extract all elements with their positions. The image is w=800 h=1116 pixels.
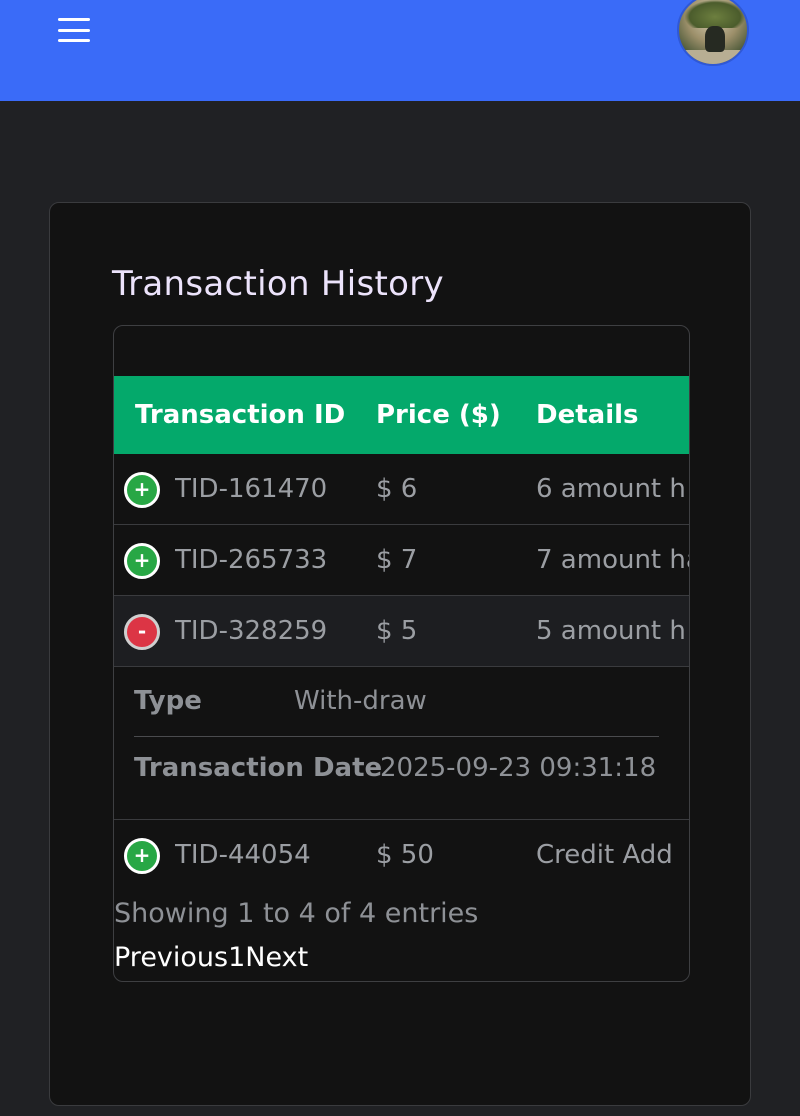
transaction-id-cell: TID-328259 — [175, 616, 328, 646]
avatar-ground-shape — [679, 50, 747, 64]
avatar[interactable] — [677, 0, 749, 66]
column-header-transaction-id[interactable]: Transaction ID — [135, 376, 345, 454]
expand-plus-icon[interactable]: + — [124, 838, 160, 874]
details-cell: 5 amount h — [536, 616, 686, 646]
details-cell: 7 amount ha — [536, 545, 689, 575]
pagination-page-button[interactable]: 1 — [228, 942, 245, 973]
avatar-tree-shape — [685, 0, 745, 28]
table-row[interactable]: + TID-161470 $ 6 6 amount h — [114, 454, 689, 525]
pagination: Previous 1 Next — [114, 942, 308, 973]
page-title: Transaction History — [112, 264, 444, 304]
price-cell: $ 7 — [376, 545, 418, 575]
column-header-details[interactable]: Details — [536, 376, 639, 454]
collapse-minus-icon[interactable]: - — [124, 614, 160, 650]
type-value: With-draw — [294, 686, 427, 716]
table-row-expanded[interactable]: - TID-328259 $ 5 5 amount h — [114, 596, 689, 667]
avatar-figure-shape — [705, 26, 725, 52]
table-info: Showing 1 to 4 of 4 entries — [114, 898, 479, 929]
column-header-price[interactable]: Price ($) — [376, 376, 501, 454]
type-label: Type — [134, 686, 202, 716]
table-header: Transaction ID Price ($) Details — [114, 376, 689, 454]
price-cell: $ 6 — [376, 474, 418, 504]
table-row[interactable]: + TID-265733 $ 7 7 amount ha — [114, 525, 689, 596]
detail-divider — [134, 736, 659, 737]
transaction-id-cell: TID-44054 — [175, 840, 311, 870]
table-row[interactable]: + TID-44054 $ 50 Credit Add — [114, 820, 689, 891]
expand-plus-icon[interactable]: + — [124, 472, 160, 508]
menu-line — [58, 18, 90, 21]
details-cell: Credit Add — [536, 840, 673, 870]
details-cell: 6 amount h — [536, 474, 686, 504]
top-navbar — [0, 0, 800, 101]
pagination-previous-button[interactable]: Previous — [114, 942, 228, 973]
price-cell: $ 5 — [376, 616, 418, 646]
expand-plus-icon[interactable]: + — [124, 543, 160, 579]
price-cell: $ 50 — [376, 840, 434, 870]
transaction-table: Transaction ID Price ($) Details + TID-1… — [113, 325, 690, 982]
row-detail-panel: Type With-draw Transaction Date 2025-09-… — [114, 668, 689, 820]
transaction-id-cell: TID-265733 — [175, 545, 328, 575]
transaction-date-value: 2025-09-23 09:31:18 — [380, 753, 657, 783]
hamburger-menu-icon[interactable] — [56, 15, 92, 45]
transaction-id-cell: TID-161470 — [175, 474, 328, 504]
pagination-next-button[interactable]: Next — [245, 942, 308, 973]
transaction-date-label: Transaction Date — [134, 753, 383, 783]
menu-line — [58, 28, 90, 32]
menu-line — [58, 39, 90, 42]
